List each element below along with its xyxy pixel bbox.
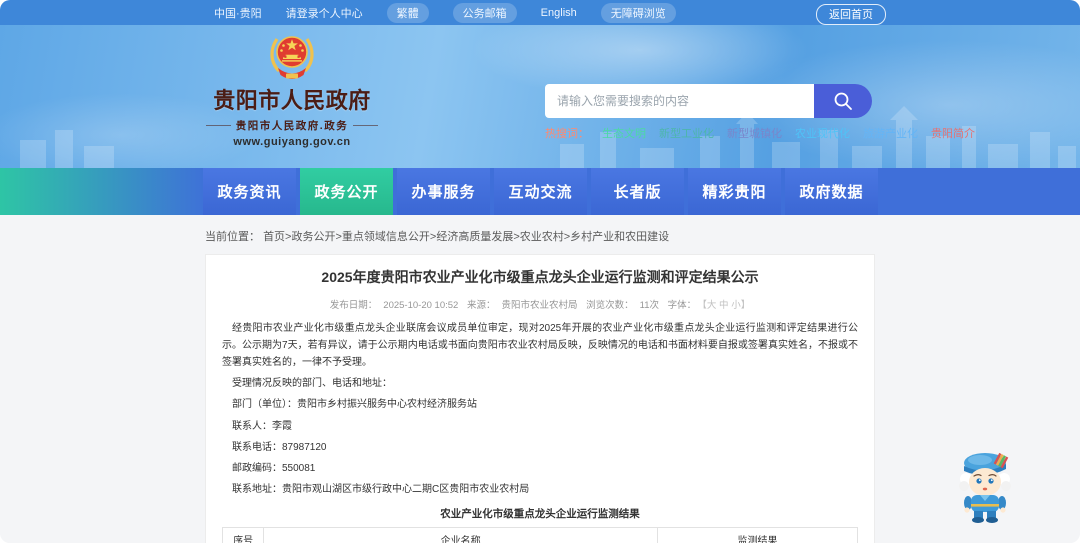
source-label: 来源： (466, 299, 496, 311)
main-nav-items: 政务资讯 政务公开 办事服务 互动交流 长者版 精彩贵阳 政府数据 (203, 168, 1080, 215)
divider-line (206, 125, 231, 126)
font-size-options[interactable]: 【大 中 小】 (702, 300, 750, 311)
city-skyline-decoration (20, 106, 1076, 168)
national-emblem-icon (270, 36, 314, 79)
breadcrumb-path[interactable]: 首页>政务公开>重点领域信息公开>经济高质量发展>农业农村>乡村产业和农田建设 (263, 231, 669, 243)
topbar-item-official-mail[interactable]: 公务邮箱 (452, 2, 517, 23)
article-paragraph-postcode: 邮政编码：550081 (232, 462, 316, 474)
nav-item-interaction[interactable]: 互动交流 (494, 168, 587, 215)
mascot-icon[interactable] (954, 450, 1018, 524)
article-paragraph-department: 部门（单位）：贵阳市乡村振兴服务中心农村经济服务站 (232, 399, 477, 411)
article-paragraph-address: 联系地址：贵阳市观山湖区市级行政中心二期C区贵阳市农业农村局 (232, 484, 530, 496)
monitoring-result-table: 序号 企业名称 监测结果 1 贵州合力超市采购有限公司 合格 2 贵州友禾种业有… (221, 527, 859, 543)
site-url: www.guiyang.gov.cn (233, 136, 351, 148)
topbar-links: 中国·贵阳 请登录个人中心 繁體 公务邮箱 English 无障碍浏览 (214, 2, 676, 23)
nav-item-wonderful-guiyang[interactable]: 精彩贵阳 (688, 168, 781, 215)
col-header-result: 监测结果 (656, 527, 859, 543)
nav-item-gov-disclosure[interactable]: 政务公开 (300, 168, 393, 215)
table-header-row: 序号 企业名称 监测结果 (221, 527, 859, 543)
site-title: 贵阳市人民政府 (213, 88, 371, 113)
result-table-caption: 农业产业化市级重点龙头企业运行监测结果 (440, 508, 640, 521)
nav-item-news[interactable]: 政务资讯 (203, 168, 296, 215)
views-label: 浏览次数： (586, 299, 634, 311)
hot-word-tourism[interactable]: 旅游产业化 (863, 125, 918, 141)
topbar-item-english[interactable]: English (541, 7, 577, 19)
hot-search-label: 热搜词： (545, 128, 589, 140)
topbar-item-login-personal-center[interactable]: 请登录个人中心 (286, 5, 363, 21)
divider-line (353, 125, 379, 126)
search-input[interactable] (545, 84, 814, 118)
topbar-item-accessibility[interactable]: 无障碍浏览 (600, 2, 676, 23)
content-area: 2025年度贵阳市农业产业化市级重点龙头企业运行监测和评定结果公示 发布日期： 2… (0, 254, 1080, 543)
topbar: 中国·贵阳 请登录个人中心 繁體 公务邮箱 English 无障碍浏览 返回首页 (0, 0, 1080, 25)
font-size-label: 字体： (667, 299, 697, 311)
site-header: 贵阳市人民政府 贵阳市人民政府.政务 www.guiyang.gov.cn 请输… (0, 25, 1080, 168)
hot-word-industry[interactable]: 新型工业化 (659, 125, 714, 141)
breadcrumb-label: 当前位置： (205, 231, 260, 243)
search-bar (545, 84, 872, 118)
site-subtitle: 贵阳市人民政府.政务 (206, 118, 379, 133)
hot-word-intro[interactable]: 贵阳简介 (931, 125, 975, 141)
hot-search-words: 热搜词： 生态文明 新型工业化 新型城镇化 农业现代化 旅游产业化 贵阳简介 (545, 125, 975, 141)
return-home-button[interactable]: 返回首页 (816, 4, 886, 25)
search-icon (834, 92, 852, 110)
hot-word-eco[interactable]: 生态文明 (602, 125, 646, 141)
main-nav: 政务资讯 政务公开 办事服务 互动交流 长者版 精彩贵阳 政府数据 (0, 168, 1080, 215)
views: 11次 (639, 299, 660, 311)
nav-item-services[interactable]: 办事服务 (397, 168, 490, 215)
source: 贵阳市农业农村局 (501, 299, 578, 311)
article-title: 2025年度贵阳市农业产业化市级重点龙头企业运行监测和评定结果公示 (321, 269, 759, 285)
col-header-company: 企业名称 (263, 527, 658, 543)
nav-item-senior-version[interactable]: 长者版 (591, 168, 684, 215)
search-block: 热搜词： 生态文明 新型工业化 新型城镇化 农业现代化 旅游产业化 贵阳简介 (545, 84, 975, 141)
search-button[interactable] (814, 84, 872, 118)
publish-date: 2025-10-20 10:52 (383, 299, 459, 311)
breadcrumb: 当前位置： 首页>政务公开>重点领域信息公开>经济高质量发展>农业农村>乡村产业… (0, 215, 1080, 254)
article-body: 经贵阳市农业产业化市级重点龙头企业联席会议成员单位审定，现对2025年开展的农业… (222, 320, 858, 499)
topbar-item-china-guiyang[interactable]: 中国·贵阳 (214, 5, 262, 21)
page: 中国·贵阳 请登录个人中心 繁體 公务邮箱 English 无障碍浏览 返回首页 (0, 0, 1080, 543)
article-card: 2025年度贵阳市农业产业化市级重点龙头企业运行监测和评定结果公示 发布日期： 2… (205, 254, 875, 543)
article-paragraph-contact-person: 联系人：李霞 (232, 420, 292, 432)
article-paragraph: 经贵阳市农业产业化市级重点龙头企业联席会议成员单位审定，现对2025年开展的农业… (222, 322, 858, 368)
hot-word-urbanization[interactable]: 新型城镇化 (727, 125, 782, 141)
site-logo[interactable]: 贵阳市人民政府 贵阳市人民政府.政务 www.guiyang.gov.cn (206, 32, 379, 148)
topbar-item-traditional-chinese[interactable]: 繁體 (386, 2, 429, 23)
nav-item-gov-data[interactable]: 政府数据 (785, 168, 878, 215)
hot-word-agriculture[interactable]: 农业现代化 (795, 125, 850, 141)
col-header-no: 序号 (221, 527, 265, 543)
article-paragraph: 受理情况反映的部门、电话和地址： (232, 378, 392, 390)
article-paragraph-phone: 联系电话：87987120 (232, 441, 327, 453)
publish-date-label: 发布日期： (329, 299, 378, 311)
article-meta: 发布日期： 2025-10-20 10:52 来源： 贵阳市农业农村局 浏览次数： 1… (222, 297, 858, 311)
